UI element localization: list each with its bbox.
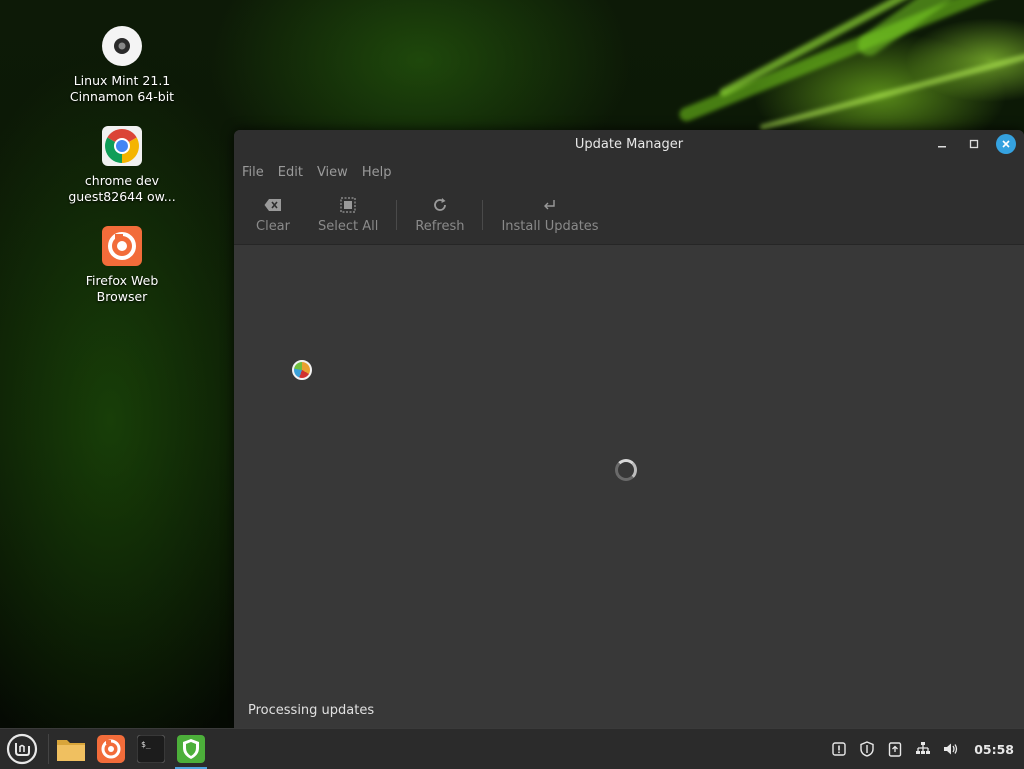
busy-cursor-icon [292, 360, 312, 380]
enter-arrow-icon [543, 197, 557, 217]
system-tray: 05:58 [830, 729, 1024, 769]
taskbar-separator [48, 734, 49, 764]
taskbar: $_ 05:58 [0, 728, 1024, 769]
taskbar-files-button[interactable] [53, 731, 89, 767]
maximize-icon [969, 139, 979, 149]
clipboard-icon[interactable] [886, 740, 904, 758]
notification-icon[interactable] [830, 740, 848, 758]
status-text: Processing updates [248, 703, 375, 718]
update-shield-tray-icon[interactable] [858, 740, 876, 758]
disc-icon [101, 25, 143, 67]
menu-edit[interactable]: Edit [278, 165, 303, 180]
volume-icon[interactable] [942, 740, 960, 758]
install-updates-label: Install Updates [501, 218, 599, 234]
clock[interactable]: 05:58 [974, 742, 1014, 757]
updates-list-area [234, 245, 1024, 698]
update-manager-window: Update Manager File Edit View Help Clear [234, 130, 1024, 728]
taskbar-terminal-button[interactable]: $_ [133, 731, 169, 767]
wallpaper-streak [759, 47, 1024, 131]
svg-text:$_: $_ [141, 740, 151, 749]
maximize-button[interactable] [964, 134, 984, 154]
close-button[interactable] [996, 134, 1016, 154]
desktop-icon-label: Browser [96, 289, 148, 304]
desktop-icon-chrome-dev[interactable]: chrome dev guest82644 ow... [62, 125, 182, 205]
select-all-label: Select All [318, 218, 379, 234]
refresh-button[interactable]: Refresh [401, 190, 478, 240]
terminal-icon: $_ [137, 735, 165, 763]
shield-icon [177, 735, 205, 763]
minimize-button[interactable] [932, 134, 952, 154]
taskbar-firefox-button[interactable] [93, 731, 129, 767]
install-updates-button[interactable]: Install Updates [487, 190, 612, 240]
loading-spinner-icon [615, 459, 637, 481]
menu-view[interactable]: View [317, 165, 348, 180]
close-icon [1002, 140, 1010, 148]
menubar: File Edit View Help [234, 158, 1024, 186]
desktop-icon-label: Firefox Web [85, 273, 159, 288]
select-all-icon [340, 196, 356, 217]
toolbar-separator [396, 200, 398, 230]
clear-label: Clear [256, 218, 290, 234]
select-all-button[interactable]: Select All [304, 190, 392, 240]
backspace-icon [264, 197, 282, 217]
chrome-icon [101, 125, 143, 167]
desktop-icon-label: guest82644 ow... [68, 189, 176, 204]
taskbar-update-manager-button[interactable] [173, 731, 209, 769]
toolbar: Clear Select All Refresh Install Updates [234, 186, 1024, 245]
desktop-icon-label: Cinnamon 64-bit [69, 89, 175, 104]
window-titlebar[interactable]: Update Manager [234, 130, 1024, 158]
refresh-icon [432, 197, 448, 217]
toolbar-separator [482, 200, 484, 230]
start-menu-button[interactable] [4, 731, 40, 767]
firefox-icon [101, 225, 143, 267]
menu-file[interactable]: File [242, 165, 264, 180]
firefox-icon [97, 735, 125, 763]
network-icon[interactable] [914, 740, 932, 758]
desktop-icon-linux-mint[interactable]: Linux Mint 21.1 Cinnamon 64-bit [62, 25, 182, 105]
desktop-icon-label: chrome dev [84, 173, 160, 188]
status-bar: Processing updates [234, 694, 1024, 728]
window-title: Update Manager [574, 136, 684, 152]
mint-menu-icon [6, 733, 38, 765]
desktop-icon-label: Linux Mint 21.1 [73, 73, 171, 88]
desktop-icon-firefox[interactable]: Firefox Web Browser [62, 225, 182, 305]
menu-help[interactable]: Help [362, 165, 392, 180]
folder-icon [57, 740, 85, 761]
minimize-icon [938, 146, 946, 148]
clear-button[interactable]: Clear [242, 190, 304, 240]
window-controls [932, 134, 1016, 154]
refresh-label: Refresh [415, 218, 465, 234]
